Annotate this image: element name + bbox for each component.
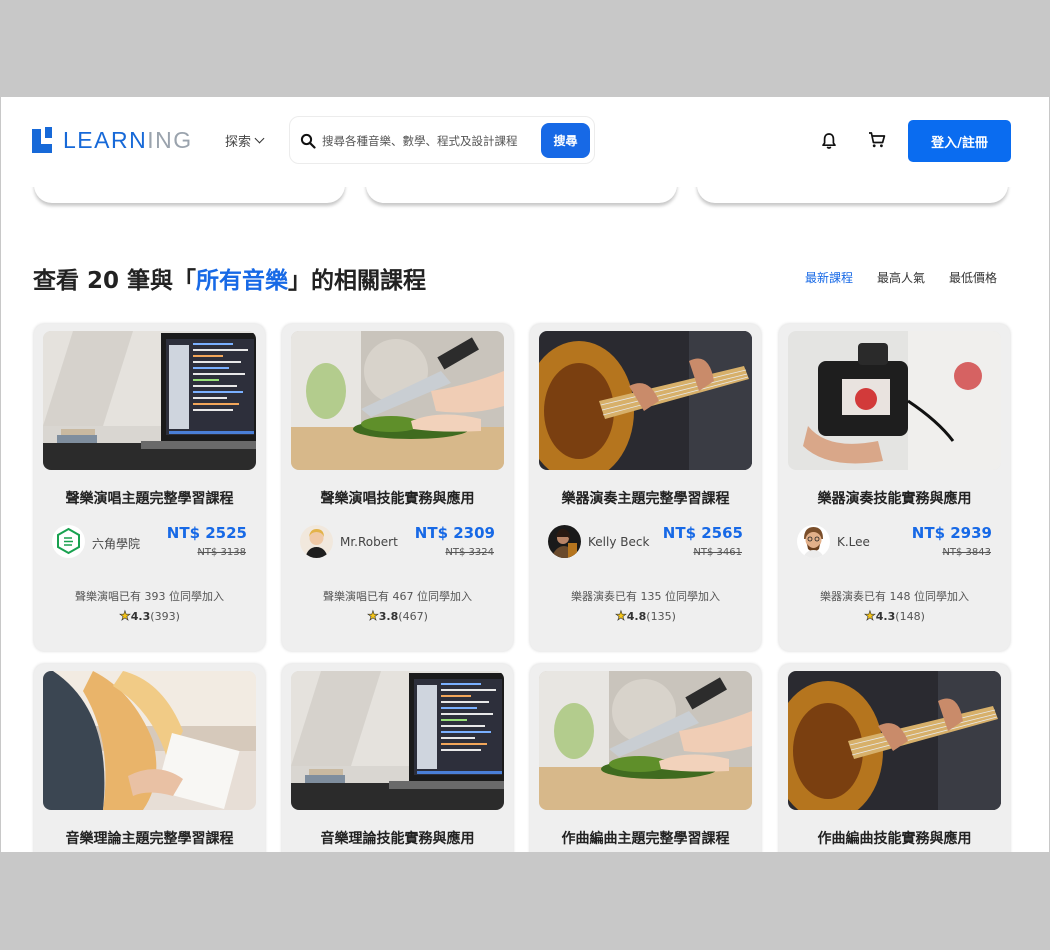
course-card[interactable]: 聲樂演唱技能實務與應用 Mr.Robert NT$ 2309 NT$ 3324 …: [282, 324, 513, 651]
course-rating: ★4.3(393): [34, 609, 265, 625]
course-price: NT$ 2939: [911, 524, 992, 542]
heading-category: 所有音樂: [196, 268, 289, 294]
course-card[interactable]: 聲樂演唱主題完整學習課程 六角學院 NT$ 2525 NT$ 3138 聲樂演唱…: [34, 324, 265, 651]
course-thumbnail: [539, 331, 752, 470]
course-rating: ★3.8(467): [282, 609, 513, 625]
logo-text-primary: LEARN: [63, 126, 148, 153]
bell-icon[interactable]: [821, 132, 837, 150]
rating-value: 4.3: [130, 610, 151, 623]
course-price: NT$ 2525: [166, 524, 247, 542]
course-title: 音樂理論主題完整學習課程: [65, 831, 234, 847]
course-card[interactable]: 音樂理論主題完整學習課程: [34, 664, 265, 852]
rating-value: 3.8: [378, 610, 399, 623]
explore-label: 探索: [225, 135, 252, 150]
logo-text-secondary: ING: [147, 126, 193, 153]
instructor-avatar: [52, 525, 85, 558]
rating-count: (393): [150, 610, 180, 623]
chevron-down-icon: [254, 133, 265, 144]
instructor-name: 六角學院: [92, 537, 141, 551]
results-heading: 查看 20 筆與「所有音樂」的相關課程: [33, 261, 426, 295]
course-card[interactable]: 樂器演奏技能實務與應用 K.Lee NT$ 2939 NT$ 3843 樂器演奏…: [779, 324, 1010, 651]
course-rating: ★4.3(148): [779, 609, 1010, 625]
course-price: NT$ 2565: [662, 524, 743, 542]
course-title: 作曲編曲技能實務與應用: [817, 831, 972, 847]
original-price: NT$ 3138: [197, 547, 246, 558]
star-icon: ★: [367, 609, 379, 625]
sort-popular[interactable]: 最高人氣: [877, 269, 925, 286]
course-title: 樂器演奏主題完整學習課程: [561, 491, 730, 507]
enrollment-text: 聲樂演唱已有 393 位同學加入: [75, 590, 224, 603]
course-thumbnail: [43, 331, 256, 470]
enrollment-text: 樂器演奏已有 135 位同學加入: [571, 590, 720, 603]
rating-count: (148): [895, 610, 925, 623]
instructor-avatar: [797, 525, 830, 558]
rating-value: 4.8: [626, 610, 647, 623]
logo[interactable]: LEARNING: [32, 125, 193, 155]
search-button[interactable]: 搜尋: [541, 123, 590, 158]
page: LEARNING 探索 搜尋 登入/註冊 查看 20 筆與「所有音: [1, 97, 1049, 852]
heading-prefix: 查看 20 筆與「: [33, 268, 197, 294]
rating-count: (467): [398, 610, 428, 623]
course-thumbnail: [788, 671, 1001, 810]
course-card[interactable]: 作曲編曲主題完整學習課程: [530, 664, 761, 852]
explore-menu[interactable]: 探索: [225, 131, 265, 150]
original-price: NT$ 3461: [693, 547, 742, 558]
instructor-avatar: [548, 525, 581, 558]
course-title: 聲樂演唱主題完整學習課程: [65, 491, 234, 507]
original-price: NT$ 3324: [445, 547, 494, 558]
course-title: 作曲編曲主題完整學習課程: [561, 831, 730, 847]
site-header: LEARNING 探索 搜尋 登入/註冊: [1, 97, 1049, 187]
course-thumbnail: [788, 331, 1001, 470]
enrollment-text: 樂器演奏已有 148 位同學加入: [820, 590, 969, 603]
course-card[interactable]: 作曲編曲技能實務與應用: [779, 664, 1010, 852]
course-title: 樂器演奏技能實務與應用: [817, 491, 972, 507]
course-card[interactable]: 樂器演奏主題完整學習課程 Kelly Beck NT$ 2565 NT$ 346…: [530, 324, 761, 651]
course-thumbnail: [43, 671, 256, 810]
course-thumbnail: [291, 671, 504, 810]
original-price: NT$ 3843: [942, 547, 991, 558]
instructor-name: K.Lee: [837, 535, 870, 549]
heading-suffix: 」的相關課程: [288, 268, 427, 294]
logo-mark-icon: [32, 127, 54, 153]
star-icon: ★: [615, 609, 627, 625]
rating-count: (135): [646, 610, 676, 623]
course-title: 聲樂演唱技能實務與應用: [320, 491, 475, 507]
course-rating: ★4.8(135): [530, 609, 761, 625]
instructor-name: Mr.Robert: [340, 535, 398, 549]
login-register-button[interactable]: 登入/註冊: [908, 120, 1011, 162]
search-input[interactable]: [322, 130, 532, 152]
course-title: 音樂理論技能實務與應用: [320, 831, 475, 847]
enrollment-text: 聲樂演唱已有 467 位同學加入: [323, 590, 472, 603]
course-thumbnail: [291, 331, 504, 470]
cart-icon[interactable]: [868, 131, 886, 149]
rating-value: 4.3: [875, 610, 896, 623]
search-bar: 搜尋: [289, 116, 595, 164]
star-icon: ★: [119, 609, 131, 625]
course-thumbnail: [539, 671, 752, 810]
sort-newest[interactable]: 最新課程: [805, 269, 853, 286]
search-icon: [300, 133, 316, 149]
instructor-name: Kelly Beck: [588, 535, 650, 549]
sort-lowest-price[interactable]: 最低價格: [949, 269, 997, 286]
star-icon: ★: [864, 609, 876, 625]
instructor-avatar: [300, 525, 333, 558]
course-price: NT$ 2309: [414, 524, 495, 542]
course-card[interactable]: 音樂理論技能實務與應用: [282, 664, 513, 852]
